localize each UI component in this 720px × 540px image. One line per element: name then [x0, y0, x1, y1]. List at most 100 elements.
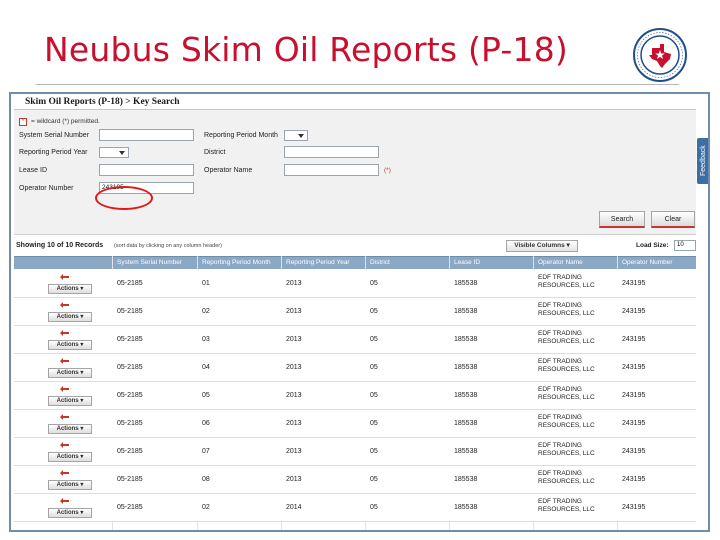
cell-system-serial-number: 05-2185 [117, 364, 143, 371]
arrow-left-icon [60, 302, 69, 308]
row-actions-label: Actions [56, 426, 79, 432]
cell-operator-number: 243195 [622, 504, 646, 511]
arrow-left-icon [60, 442, 69, 448]
clear-button[interactable]: Clear [651, 211, 695, 228]
cell-district: 05 [370, 308, 378, 315]
cell-lease-id: 185538 [454, 476, 478, 483]
label-operator-name: Operator Name [204, 167, 253, 174]
row-actions-button[interactable]: Actions ▾ [48, 508, 92, 518]
column-header-system-serial-number[interactable]: System Serial Number [117, 259, 182, 266]
cell-lease-id: 185538 [454, 280, 478, 287]
key-search-panel: * = wildcard (*) permitted. System Seria… [14, 110, 696, 235]
chevron-down-icon: ▾ [566, 242, 570, 249]
cell-operator-number: 243195 [622, 308, 646, 315]
cell-operator-name: EDF TRADING RESOURCES, LLC [538, 386, 595, 401]
row-actions-button[interactable]: Actions ▾ [48, 480, 92, 490]
cell-operator-name: EDF TRADING RESOURCES, LLC [538, 274, 595, 289]
chevron-down-icon: ▾ [78, 314, 84, 320]
cell-district: 05 [370, 280, 378, 287]
lease-id-input[interactable] [99, 164, 194, 176]
visible-columns-label: Visible Columns [514, 242, 565, 249]
texas-state-seal-icon [633, 28, 687, 82]
label-system-serial-number: System Serial Number [19, 132, 90, 139]
search-button[interactable]: Search [599, 211, 645, 228]
row-actions-button[interactable]: Actions ▾ [48, 284, 92, 294]
cell-reporting-period-month: 05 [202, 392, 210, 399]
chevron-down-icon: ▾ [78, 342, 84, 348]
label-district: District [204, 149, 226, 156]
arrow-left-icon [60, 330, 69, 336]
chevron-down-icon: ▾ [78, 370, 84, 376]
cell-system-serial-number: 05-2185 [117, 476, 143, 483]
cell-operator-name: EDF TRADING RESOURCES, LLC [538, 442, 595, 457]
chevron-down-icon: ▾ [78, 398, 84, 404]
cell-reporting-period-year: 2013 [286, 308, 302, 315]
cell-operator-name: EDF TRADING RESOURCES, LLC [538, 302, 595, 317]
column-header-operator-number[interactable]: Operator Number [622, 259, 673, 266]
cell-reporting-period-month: 08 [202, 476, 210, 483]
cell-lease-id: 185538 [454, 392, 478, 399]
wildcard-permitted-mark: (*) [384, 167, 391, 174]
cell-lease-id: 185538 [454, 336, 478, 343]
cell-system-serial-number: 05-2185 [117, 280, 143, 287]
row-actions-button[interactable]: Actions ▾ [48, 424, 92, 434]
chevron-down-icon: ▾ [78, 510, 84, 516]
table-row: Actions ▾ 05-2185 02 2014 05 185538 EDF TRADIN… [14, 494, 696, 522]
wildcard-note: = wildcard (*) permitted. [31, 118, 100, 125]
results-toolbar: Showing 10 of 10 Records (sort data by c… [14, 240, 696, 253]
label-lease-id: Lease ID [19, 167, 48, 174]
cell-operator-number: 243195 [622, 392, 646, 399]
chevron-down-icon: ▾ [78, 286, 84, 292]
cell-reporting-period-month: 02 [202, 504, 210, 511]
cell-reporting-period-month: 06 [202, 420, 210, 427]
arrow-left-icon [60, 470, 69, 476]
cell-operator-number: 243195 [622, 476, 646, 483]
cell-lease-id: 185538 [454, 448, 478, 455]
load-size-select[interactable]: 10 [674, 240, 696, 251]
district-input[interactable] [284, 146, 379, 158]
cell-reporting-period-year: 2013 [286, 476, 302, 483]
column-header-district[interactable]: District [370, 259, 390, 266]
cell-lease-id: 185538 [454, 364, 478, 371]
cell-district: 05 [370, 420, 378, 427]
system-serial-number-input[interactable] [99, 129, 194, 141]
cell-reporting-period-month: 07 [202, 448, 210, 455]
wildcard-icon: * [19, 118, 27, 126]
column-header-reporting-period-month[interactable]: Reporting Period Month [202, 259, 271, 266]
arrow-left-icon [60, 498, 69, 504]
cell-operator-number: 243195 [622, 364, 646, 371]
chevron-down-icon: ▾ [78, 426, 84, 432]
cell-system-serial-number: 05-2185 [117, 420, 143, 427]
label-operator-number: Operator Number [19, 185, 74, 192]
cell-system-serial-number: 05-2185 [117, 448, 143, 455]
cell-system-serial-number: 05-2185 [117, 336, 143, 343]
visible-columns-button[interactable]: Visible Columns ▾ [506, 240, 578, 252]
row-actions-button[interactable]: Actions ▾ [48, 312, 92, 322]
cell-lease-id: 185538 [454, 420, 478, 427]
row-actions-button[interactable]: Actions ▾ [48, 396, 92, 406]
cell-operator-number: 243195 [622, 336, 646, 343]
cell-reporting-period-month: 03 [202, 336, 210, 343]
table-row: Actions ▾ 05-2185 04 2013 05 185538 EDF TRADIN… [14, 354, 696, 382]
cell-operator-number: 243195 [622, 448, 646, 455]
row-actions-button[interactable]: Actions ▾ [48, 340, 92, 350]
records-count: Showing 10 of 10 Records [16, 242, 104, 249]
cell-reporting-period-month: 02 [202, 308, 210, 315]
cell-system-serial-number: 05-2185 [117, 392, 143, 399]
column-header-lease-id[interactable]: Lease ID [454, 259, 480, 266]
cell-district: 05 [370, 392, 378, 399]
cell-reporting-period-year: 2013 [286, 448, 302, 455]
column-header-reporting-period-year[interactable]: Reporting Period Year [286, 259, 350, 266]
operator-name-input[interactable] [284, 164, 379, 176]
load-size-label: Load Size: [636, 242, 669, 249]
column-header-operator-name[interactable]: Operator Name [538, 259, 583, 266]
reporting-period-year-select[interactable] [99, 147, 129, 158]
reporting-period-month-select[interactable] [284, 130, 308, 141]
cell-lease-id: 185538 [454, 308, 478, 315]
cell-operator-name: EDF TRADING RESOURCES, LLC [538, 470, 595, 485]
feedback-tab[interactable]: Feedback [697, 138, 708, 184]
row-actions-button[interactable]: Actions ▾ [48, 368, 92, 378]
row-actions-button[interactable]: Actions ▾ [48, 452, 92, 462]
row-actions-label: Actions [56, 286, 79, 292]
highlight-circle [95, 186, 153, 210]
